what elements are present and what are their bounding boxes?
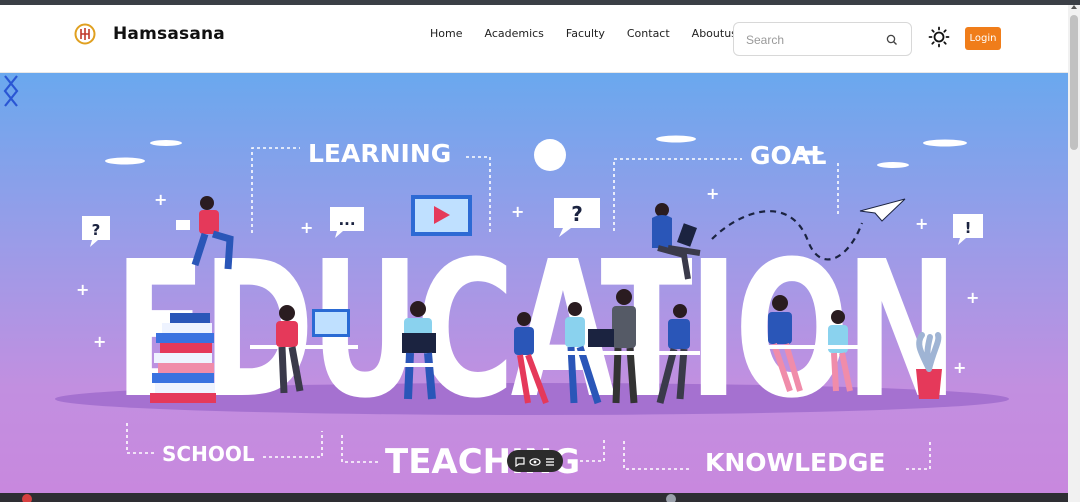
nav-academics[interactable]: Academics bbox=[484, 27, 543, 40]
education-illustration: +++ +++ +++ EDUCATION LEARNING GOAL SCHO… bbox=[55, 135, 1009, 482]
ellipsis-bubble: ... bbox=[338, 211, 355, 229]
sun-circle bbox=[534, 139, 566, 171]
video-player-icon bbox=[411, 195, 472, 236]
chat-icon[interactable] bbox=[514, 455, 526, 468]
sun-icon[interactable] bbox=[928, 26, 950, 48]
svg-text:+: + bbox=[966, 288, 979, 307]
svg-text:+: + bbox=[76, 280, 89, 299]
search-input[interactable] bbox=[746, 31, 886, 49]
page-scrollbar[interactable] bbox=[1068, 5, 1080, 502]
search-icon[interactable] bbox=[885, 33, 899, 47]
question-bubble-left: ? bbox=[92, 221, 101, 239]
floating-toolbar bbox=[507, 450, 563, 472]
keyword-school: SCHOOL bbox=[162, 442, 255, 466]
nav-menu: Home Academics Faculty Contact Aboutus bbox=[430, 27, 759, 40]
eye-icon[interactable] bbox=[529, 455, 541, 467]
taskbar-app-icon[interactable] bbox=[666, 494, 676, 502]
svg-text:+: + bbox=[706, 184, 719, 203]
menu-icon[interactable] bbox=[544, 455, 556, 467]
scroll-up-arrow-icon[interactable] bbox=[1071, 5, 1077, 9]
svg-text:+: + bbox=[154, 190, 167, 209]
hero-carousel: + + + + + + + + + EDUCATION LEARNING GOAL SCHO… bbox=[0, 73, 1068, 493]
navbar: Hamsasana Home Academics Faculty Contact… bbox=[0, 5, 1068, 73]
exclamation-bubble: ! bbox=[965, 219, 972, 237]
question-bubble-center: ? bbox=[571, 202, 583, 226]
search-box bbox=[733, 22, 912, 56]
svg-text:+: + bbox=[511, 202, 524, 221]
lotus-logo-icon[interactable] bbox=[74, 23, 96, 45]
nav-aboutus[interactable]: Aboutus bbox=[692, 27, 737, 40]
keyword-learning: LEARNING bbox=[308, 139, 451, 168]
keyword-knowledge: KNOWLEDGE bbox=[705, 448, 885, 477]
nav-faculty[interactable]: Faculty bbox=[566, 27, 605, 40]
paper-plane-icon bbox=[859, 198, 906, 222]
chevron-right-icon[interactable] bbox=[0, 73, 22, 109]
brand-name[interactable]: Hamsasana bbox=[113, 24, 225, 44]
nav-home[interactable]: Home bbox=[430, 27, 462, 40]
login-button[interactable]: Login bbox=[965, 27, 1001, 50]
nav-contact[interactable]: Contact bbox=[627, 27, 670, 40]
svg-text:+: + bbox=[93, 332, 106, 351]
scroll-thumb[interactable] bbox=[1070, 15, 1078, 150]
keyword-goal: GOAL bbox=[750, 141, 826, 170]
taskbar-app-icon[interactable] bbox=[22, 494, 32, 502]
taskbar-strip bbox=[0, 493, 1068, 502]
svg-text:+: + bbox=[953, 358, 966, 377]
